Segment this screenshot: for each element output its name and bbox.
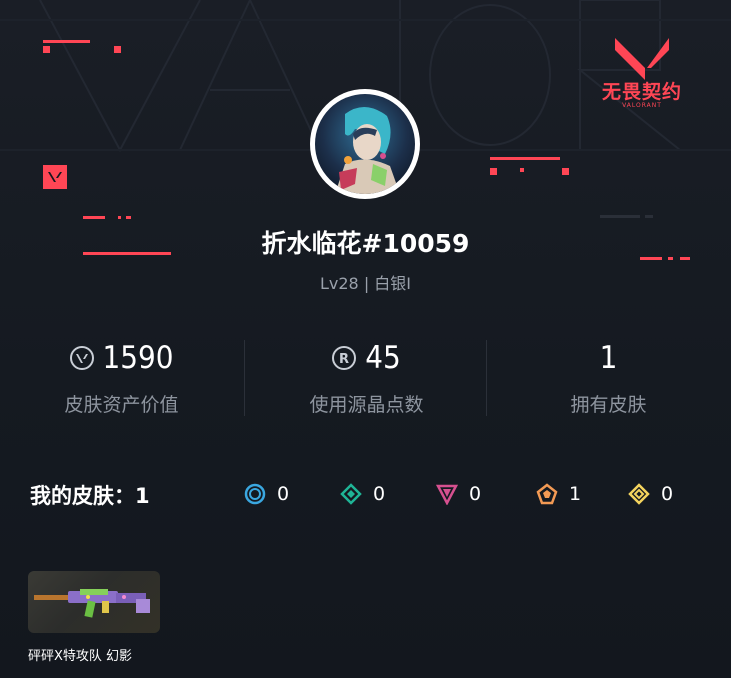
brand-name-en: VALORANT (622, 102, 662, 109)
stat-label: 拥有皮肤 (570, 394, 647, 416)
tier-count: 1 (569, 483, 582, 505)
v-tag-icon (43, 165, 67, 189)
tier-deluxe[interactable]: 0 (340, 482, 385, 506)
valorant-v-logo-icon (615, 38, 669, 80)
stat-label: 使用源晶点数 (309, 394, 424, 416)
brand-name-cn: 无畏契约 (601, 81, 682, 103)
avatar[interactable] (310, 89, 420, 199)
tier-ultra[interactable]: 0 (628, 482, 673, 506)
tier-count: 0 (373, 483, 386, 505)
tier-count: 0 (469, 483, 482, 505)
player-avatar-image (315, 94, 415, 194)
profile-page: 无畏契约 VALORANT 折水临花#10059 Lv28 | 白银I 1590… (0, 0, 731, 678)
premium-tier-icon (436, 484, 458, 505)
stat-skin-value: 1590 皮肤资产价值 (0, 340, 243, 417)
stat-value: 1590 (102, 340, 174, 376)
stat-radianite-used: R 45 使用源晶点数 (245, 340, 488, 417)
player-name: 折水临花#10059 (261, 229, 470, 258)
skin-name: 砰砰X特攻队 幻影 (28, 649, 133, 664)
my-skins-title: 我的皮肤：1 (30, 484, 150, 508)
player-level-rank: Lv28 | 白银I (319, 274, 412, 293)
deluxe-tier-icon (340, 483, 362, 505)
stat-value: 1 (599, 340, 618, 376)
skin-card[interactable] (28, 571, 160, 633)
tier-count: 0 (277, 483, 290, 505)
stat-value: 45 (365, 340, 401, 376)
phantom-weapon-skin (34, 589, 150, 618)
valorant-points-icon (69, 346, 94, 370)
tier-select[interactable]: 0 (244, 482, 289, 506)
valorant-brand-logo: 无畏契约 VALORANT (592, 38, 692, 110)
radianite-points-icon: R (332, 346, 357, 370)
stat-label: 皮肤资产价值 (64, 394, 179, 416)
ultra-tier-icon (628, 483, 650, 505)
select-tier-icon (244, 483, 266, 505)
svg-text:R: R (339, 352, 349, 367)
exclusive-tier-icon (536, 483, 558, 505)
tier-count: 0 (661, 483, 674, 505)
stat-skins-owned: 1 拥有皮肤 (487, 340, 730, 417)
tier-premium[interactable]: 0 (436, 482, 481, 506)
tier-exclusive[interactable]: 1 (536, 482, 581, 506)
